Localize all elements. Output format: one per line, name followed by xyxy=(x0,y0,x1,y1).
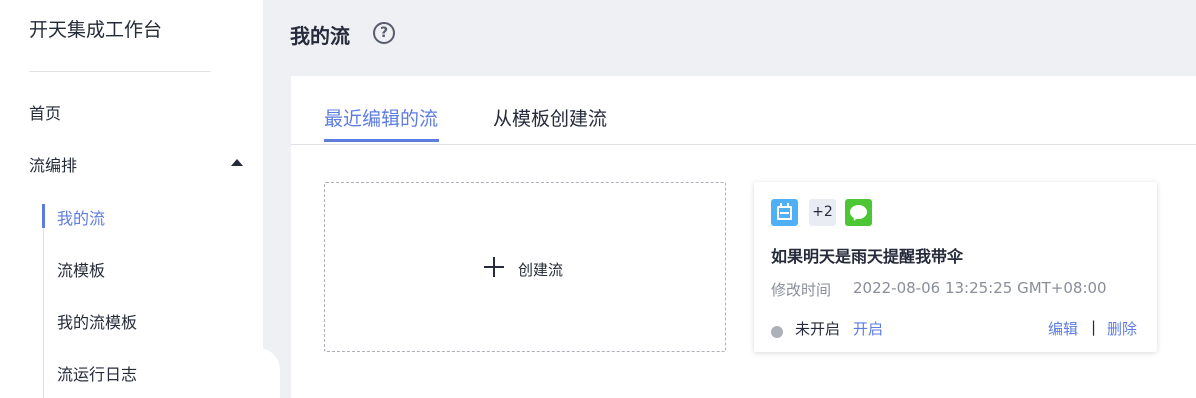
content-panel: 最近编辑的流 从模板创建流 创建流 +2 如果明天是雨天提醒我带伞 修改时间 2… xyxy=(291,76,1196,398)
flow-name: 如果明天是雨天提醒我带伞 xyxy=(771,247,964,266)
sidebar: 开天集成工作台 首页 流编排 我的流 流模板 我的流模板 流运行日志 xyxy=(0,0,280,398)
sidebar-item-my-flows[interactable]: 我的流 xyxy=(57,205,105,229)
message-icon xyxy=(845,199,872,226)
tab-recent-flows[interactable]: 最近编辑的流 xyxy=(324,104,438,131)
sidebar-item-home[interactable]: 首页 xyxy=(29,100,61,124)
edit-link[interactable]: 编辑 xyxy=(1048,318,1078,339)
caret-up-icon xyxy=(231,159,243,166)
create-flow-card[interactable]: 创建流 xyxy=(324,182,726,352)
delete-link[interactable]: 删除 xyxy=(1107,318,1137,339)
sidebar-group-label: 流编排 xyxy=(29,156,78,175)
submenu-line xyxy=(43,204,44,398)
plus-icon xyxy=(483,256,505,278)
tabs-divider xyxy=(291,144,1196,145)
sidebar-item-my-flow-templates[interactable]: 我的流模板 xyxy=(57,309,137,333)
calendar-icon xyxy=(771,199,798,226)
page-title: 我的流 xyxy=(290,24,350,48)
create-flow-label: 创建流 xyxy=(518,261,564,279)
enable-link[interactable]: 开启 xyxy=(853,318,883,339)
status-dot xyxy=(771,326,783,338)
app-title: 开天集成工作台 xyxy=(29,19,163,41)
modified-time-label: 修改时间 xyxy=(771,281,832,299)
sidebar-group-flow[interactable]: 流编排 xyxy=(29,152,243,176)
active-indicator xyxy=(42,204,45,228)
tab-active-underline xyxy=(324,139,439,142)
tab-create-from-template[interactable]: 从模板创建流 xyxy=(493,104,607,131)
more-connectors-badge: +2 xyxy=(809,199,836,226)
sidebar-corner xyxy=(220,348,280,398)
sidebar-item-flow-logs[interactable]: 流运行日志 xyxy=(57,361,137,385)
sidebar-item-flow-templates[interactable]: 流模板 xyxy=(57,257,105,281)
sidebar-divider xyxy=(29,71,211,72)
status-text: 未开启 xyxy=(795,320,841,338)
flow-card: +2 如果明天是雨天提醒我带伞 修改时间 2022-08-06 13:25:25… xyxy=(754,182,1157,352)
modified-time-value: 2022-08-06 13:25:25 GMT+08:00 xyxy=(853,279,1107,297)
link-separator: | xyxy=(1091,318,1097,336)
help-icon[interactable]: ? xyxy=(373,22,395,44)
